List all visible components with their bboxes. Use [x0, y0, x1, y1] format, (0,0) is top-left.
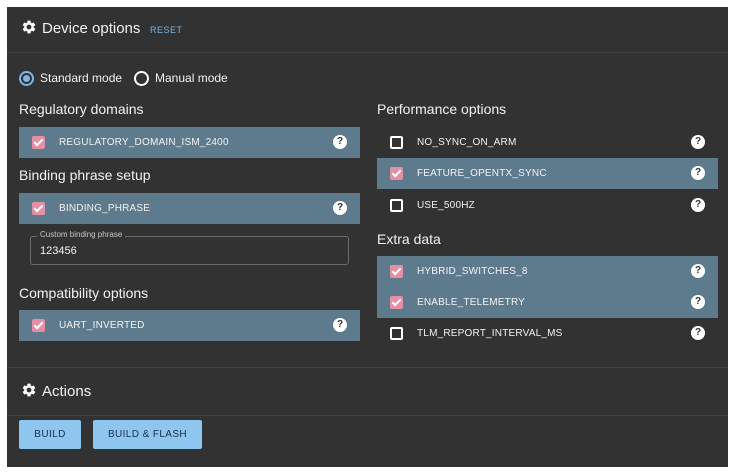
- reset-button[interactable]: RESET: [150, 25, 183, 35]
- checkbox-checked[interactable]: [390, 296, 403, 309]
- option-row-enable-telemetry[interactable]: ENABLE_TELEMETRY ?: [377, 287, 718, 318]
- gear-icon: [22, 20, 36, 34]
- help-icon[interactable]: ?: [691, 264, 705, 278]
- help-icon[interactable]: ?: [333, 201, 347, 215]
- manual-mode-label: Manual mode: [155, 71, 228, 85]
- build-button[interactable]: BUILD: [19, 420, 81, 449]
- standard-mode-radio[interactable]: Standard mode: [19, 70, 122, 86]
- option-row-use-500hz[interactable]: USE_500HZ ?: [377, 190, 718, 221]
- help-icon[interactable]: ?: [691, 135, 705, 149]
- help-icon[interactable]: ?: [333, 135, 347, 149]
- checkbox-unchecked[interactable]: [390, 327, 403, 340]
- manual-mode-radio[interactable]: Manual mode: [134, 70, 228, 86]
- compatibility-options-heading: Compatibility options: [19, 285, 149, 301]
- option-row-binding-phrase[interactable]: BINDING_PHRASE ?: [19, 193, 360, 224]
- actions-header: Actions: [7, 367, 728, 416]
- help-icon[interactable]: ?: [691, 166, 705, 180]
- checkbox-checked[interactable]: [32, 319, 45, 332]
- actions-title: Actions: [42, 383, 92, 400]
- help-icon[interactable]: ?: [691, 198, 705, 212]
- device-options-header: Device options RESET: [7, 7, 728, 53]
- binding-phrase-field-label: Custom binding phrase: [37, 230, 126, 239]
- option-row-regulatory-domain-ism-2400[interactable]: REGULATORY_DOMAIN_ISM_2400 ?: [19, 127, 360, 158]
- help-icon[interactable]: ?: [691, 295, 705, 309]
- help-icon[interactable]: ?: [333, 318, 347, 332]
- binding-phrase-heading: Binding phrase setup: [19, 167, 151, 183]
- binding-phrase-input[interactable]: [40, 245, 330, 257]
- option-row-tlm-report-interval-ms[interactable]: TLM_REPORT_INTERVAL_MS ?: [377, 318, 718, 349]
- option-row-uart-inverted[interactable]: UART_INVERTED ?: [19, 310, 360, 341]
- option-label: UART_INVERTED: [59, 320, 145, 331]
- checkbox-checked[interactable]: [32, 136, 45, 149]
- option-label: HYBRID_SWITCHES_8: [417, 266, 528, 277]
- checkbox-checked[interactable]: [390, 265, 403, 278]
- option-label: USE_500HZ: [417, 200, 475, 211]
- regulatory-domains-heading: Regulatory domains: [19, 101, 144, 117]
- gear-icon: [22, 383, 36, 397]
- option-label: NO_SYNC_ON_ARM: [417, 137, 517, 148]
- binding-phrase-field[interactable]: Custom binding phrase: [30, 230, 349, 265]
- checkbox-checked[interactable]: [390, 167, 403, 180]
- option-row-no-sync-on-arm[interactable]: NO_SYNC_ON_ARM ?: [377, 127, 718, 158]
- radio-selected-indicator: [19, 70, 34, 86]
- option-label: BINDING_PHRASE: [59, 203, 151, 214]
- checkbox-checked[interactable]: [32, 202, 45, 215]
- option-label: REGULATORY_DOMAIN_ISM_2400: [59, 137, 229, 148]
- option-row-hybrid-switches-8[interactable]: HYBRID_SWITCHES_8 ?: [377, 256, 718, 287]
- option-label: TLM_REPORT_INTERVAL_MS: [417, 328, 563, 339]
- checkbox-unchecked[interactable]: [390, 136, 403, 149]
- device-options-title: Device options: [42, 20, 141, 37]
- radio-unselected-indicator: [134, 70, 149, 86]
- build-and-flash-button[interactable]: BUILD & FLASH: [93, 420, 202, 449]
- extra-data-heading: Extra data: [377, 231, 441, 247]
- help-icon[interactable]: ?: [691, 326, 705, 340]
- option-label: FEATURE_OPENTX_SYNC: [417, 168, 547, 179]
- standard-mode-label: Standard mode: [40, 71, 123, 85]
- checkbox-unchecked[interactable]: [390, 199, 403, 212]
- device-options-panel: Device options RESET Standard mode Manua…: [7, 7, 728, 467]
- performance-options-heading: Performance options: [377, 101, 507, 117]
- option-row-feature-opentx-sync[interactable]: FEATURE_OPENTX_SYNC ?: [377, 158, 718, 189]
- option-label: ENABLE_TELEMETRY: [417, 297, 526, 308]
